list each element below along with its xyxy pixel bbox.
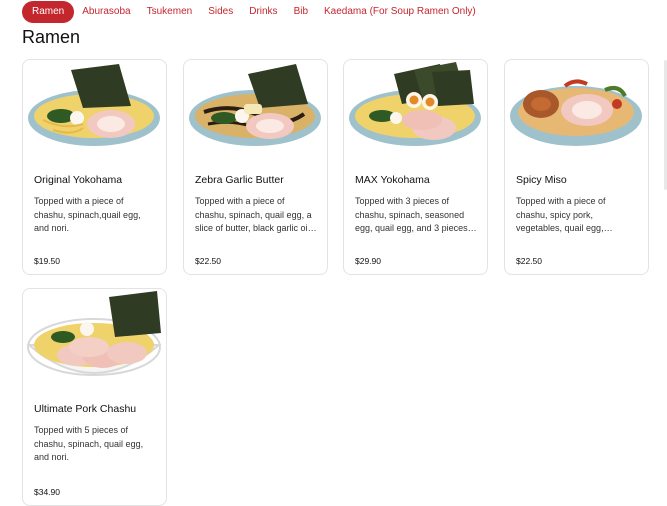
item-description: Topped with a piece of chashu, spinach, … <box>195 196 313 233</box>
item-description: Topped with 3 pieces of chashu, spinach,… <box>355 196 468 233</box>
item-price: $22.50 <box>195 256 221 266</box>
tab-ramen[interactable]: Ramen <box>22 1 75 23</box>
section-title: Ramen <box>22 27 81 47</box>
tab-kaedama[interactable]: Kaedama (For Soup Ramen Only) <box>316 1 484 23</box>
item-name: Ultimate Pork Chashu <box>34 403 137 415</box>
item-description: Topped with a piece of chashu, spicy por… <box>516 196 606 233</box>
category-tabs: Ramen Aburasoba Tsukemen Sides Drinks Bi… <box>22 1 484 23</box>
ramen-bowl-garlic-icon <box>184 60 327 166</box>
item-price: $34.90 <box>34 487 60 497</box>
ramen-bowl-miso-icon <box>505 60 648 166</box>
tab-bib[interactable]: Bib <box>286 1 316 23</box>
menu-item-card[interactable]: Spicy Miso Topped with a piece of chashu… <box>504 59 649 275</box>
item-name: Zebra Garlic Butter <box>195 174 284 186</box>
item-price: $19.50 <box>34 256 60 266</box>
item-name: Original Yokohama <box>34 174 123 186</box>
item-name: Spicy Miso <box>516 174 567 186</box>
item-price: $29.90 <box>355 256 381 266</box>
tab-aburasoba[interactable]: Aburasoba <box>74 1 138 23</box>
item-description: Topped with 5 pieces of chashu, spinach,… <box>34 425 144 462</box>
menu-item-card[interactable]: Zebra Garlic Butter Topped with a piece … <box>183 59 328 275</box>
menu-item-card[interactable]: Ultimate Pork Chashu Topped with 5 piece… <box>22 288 167 506</box>
tab-drinks[interactable]: Drinks <box>241 1 285 23</box>
menu-item-card[interactable]: MAX Yokohama Topped with 3 pieces of cha… <box>343 59 488 275</box>
item-price: $22.50 <box>516 256 542 266</box>
tab-sides[interactable]: Sides <box>200 1 241 23</box>
ramen-bowl-nori-icon <box>23 60 166 166</box>
item-description: Topped with a piece of chashu, spinach,q… <box>34 196 141 233</box>
ramen-bowl-chashu-icon <box>23 289 166 395</box>
menu-item-card[interactable]: Original Yokohama Topped with a piece of… <box>22 59 167 275</box>
ramen-bowl-max-icon <box>344 60 487 166</box>
item-name: MAX Yokohama <box>355 174 430 186</box>
tab-tsukemen[interactable]: Tsukemen <box>139 1 201 23</box>
